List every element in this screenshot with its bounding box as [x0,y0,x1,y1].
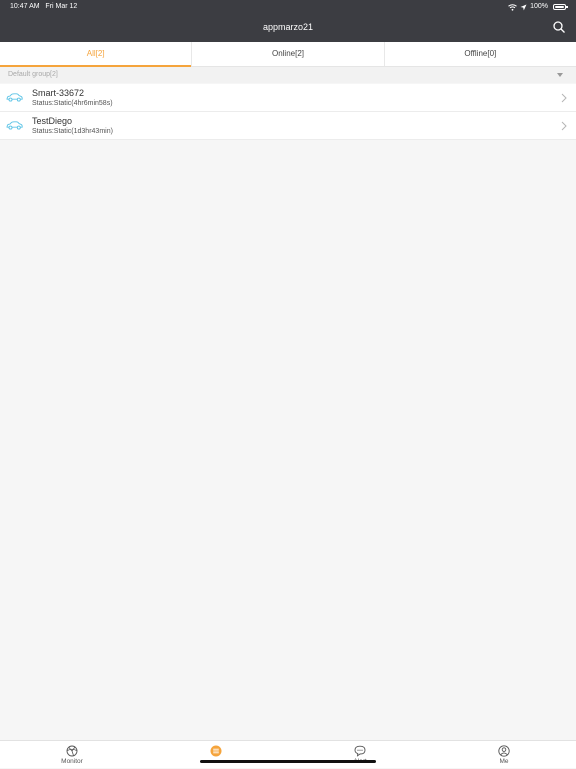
app-header: 10:47 AM Fri Mar 12 100% appmarzo21 [0,0,576,42]
battery-icon [553,4,568,10]
page-title: appmarzo21 [262,22,314,32]
wifi-icon [508,3,517,11]
status-indicators: 100% [508,0,568,14]
device-row[interactable]: Smart-33672 Status:Static(4hr6min58s) [0,84,576,112]
car-icon [6,121,23,130]
tab-offline[interactable]: Offline[0] [385,42,576,66]
chevron-right-icon [561,121,567,131]
home-indicator [200,760,376,763]
nav-me[interactable]: Me [464,741,544,769]
device-row[interactable]: TestDiego Status:Static(1d3hr43min) [0,112,576,140]
tab-all[interactable]: All[2] [0,42,193,67]
bottom-nav: Monitor Alert Me [0,740,576,768]
nav-monitor[interactable]: Monitor [32,741,112,769]
user-icon [498,745,510,757]
device-name: TestDiego [32,116,73,126]
list-icon [210,745,222,757]
filter-tabs: All[2] Online[2] Offline[0] [0,42,576,67]
search-icon[interactable] [552,20,566,34]
nav-list[interactable] [176,741,256,769]
device-list: Smart-33672 Status:Static(4hr6min58s) Te… [0,84,576,140]
monitor-icon [66,745,78,757]
tab-online[interactable]: Online[2] [192,42,385,66]
nav-alert[interactable]: Alert [320,741,400,769]
chevron-right-icon [561,93,567,103]
location-arrow-icon [520,4,527,10]
device-status: Status:Static(1d3hr43min) [32,128,113,135]
device-name: Smart-33672 [32,88,85,98]
nav-me-label: Me [499,758,509,765]
car-icon [6,93,23,102]
caret-down-icon [557,73,563,77]
status-bar: 10:47 AM Fri Mar 12 100% [0,0,576,14]
status-date: Fri Mar 12 [45,3,78,10]
chat-icon [354,745,366,757]
group-header-default[interactable]: Default group[2] [0,67,576,83]
group-label: Default group[2] [8,71,58,78]
device-status: Status:Static(4hr6min58s) [32,100,113,107]
status-time-date: 10:47 AM Fri Mar 12 [10,0,77,14]
nav-monitor-label: Monitor [61,758,83,765]
status-time: 10:47 AM [10,3,40,10]
battery-percent: 100% [530,3,548,10]
